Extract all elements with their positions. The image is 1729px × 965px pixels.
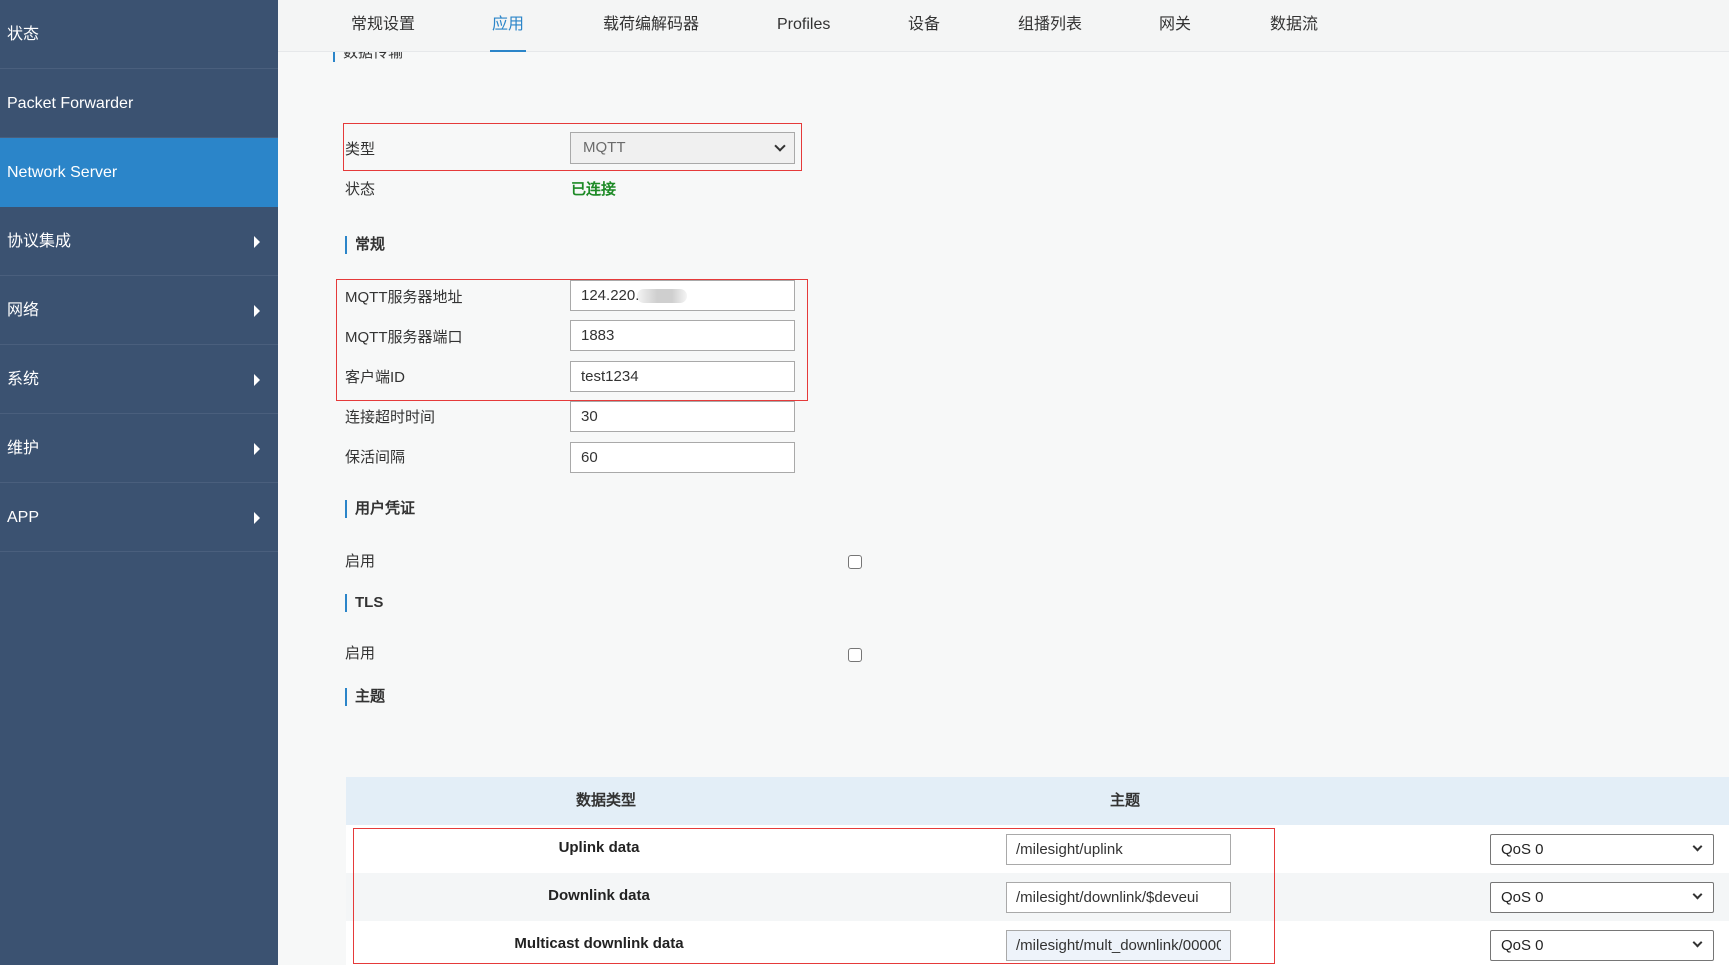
timeout-label: 连接超时时间 [345,409,436,426]
topic-table-header: 数据类型 主题 [346,777,1729,825]
chevron-down-icon [1692,889,1703,900]
downlink-topic-input[interactable] [1006,882,1231,913]
tab-multicast-list[interactable]: 组播列表 [1018,0,1082,52]
sidebar-item-app[interactable]: APP [0,483,278,552]
uplink-topic-input[interactable] [1006,834,1231,865]
type-select[interactable]: MQTT [570,132,795,164]
status-label: 状态 [345,181,376,198]
qos-value: QoS 0 [1501,841,1544,858]
section-title-topics: 主题 [345,688,385,706]
sidebar-item-label: 状态 [7,26,40,43]
caret-right-icon [254,443,260,455]
credentials-enable-checkbox[interactable] [848,555,862,569]
type-select-value: MQTT [583,139,626,156]
tab-payload-codec[interactable]: 载荷编解码器 [603,0,699,52]
chevron-down-icon [1692,841,1703,852]
sidebar-item-label: 系统 [7,371,40,388]
tab-devices[interactable]: 设备 [908,0,940,52]
redacted-blur [637,289,688,304]
tls-enable-label: 启用 [345,645,376,662]
sidebar-item-label: APP [7,509,40,526]
tab-gateways[interactable]: 网关 [1159,0,1191,52]
multicast-qos-select[interactable]: QoS 0 [1490,930,1714,961]
sidebar-item-system[interactable]: 系统 [0,345,278,414]
section-title-general: 常规 [345,236,385,254]
sidebar-item-maintenance[interactable]: 维护 [0,414,278,483]
sidebar-item-label: 维护 [7,440,40,457]
caret-right-icon [254,512,260,524]
caret-right-icon [254,236,260,248]
section-title-data-transfer: 数据传输 [333,52,403,62]
sidebar-item-packet-forwarder[interactable]: Packet Forwarder [0,69,278,138]
tab-profiles[interactable]: Profiles [777,0,830,52]
tab-general-settings[interactable]: 常规设置 [351,0,415,52]
client-id-label: 客户端ID [345,369,406,386]
timeout-input[interactable] [570,401,795,432]
keepalive-label: 保活间隔 [345,449,406,466]
sidebar-item-label: 协议集成 [7,233,72,250]
sidebar-item-label: Network Server [7,164,118,181]
uplink-qos-select[interactable]: QoS 0 [1490,834,1714,865]
main-content: 数据传输 类型 MQTT 状态 已连接 常规 MQTT服务器地址 124.220… [278,52,1729,965]
tab-data-stream[interactable]: 数据流 [1270,0,1318,52]
server-port-label: MQTT服务器端口 [345,329,463,346]
table-row: Uplink data QoS 0 [346,825,1729,873]
downlink-qos-select[interactable]: QoS 0 [1490,882,1714,913]
sidebar-item-label: 网络 [7,302,40,319]
row-data-type: Downlink data [548,887,650,904]
row-data-type: Multicast downlink data [514,935,684,952]
caret-right-icon [254,374,260,386]
section-title-tls: TLS [345,594,383,612]
table-row: Downlink data QoS 0 [346,873,1729,921]
status-value: 已连接 [571,181,617,198]
tab-bar: 常规设置 应用 载荷编解码器 Profiles 设备 组播列表 网关 数据流 [278,0,1729,52]
topic-table: 数据类型 主题 Uplink data QoS 0 Downlink data … [346,777,1729,965]
server-address-label: MQTT服务器地址 [345,289,463,306]
sidebar-item-protocol-integration[interactable]: 协议集成 [0,207,278,276]
tab-applications[interactable]: 应用 [489,0,527,52]
client-id-input[interactable] [570,361,795,392]
keepalive-input[interactable] [570,442,795,473]
column-header-topic: 主题 [1110,792,1141,809]
credentials-enable-label: 启用 [345,553,376,570]
tls-enable-checkbox[interactable] [848,648,862,662]
sidebar-item-network[interactable]: 网络 [0,276,278,345]
type-label: 类型 [345,141,376,158]
multicast-topic-input[interactable] [1006,930,1231,961]
table-row: Multicast downlink data QoS 0 [346,921,1729,965]
column-header-data-type: 数据类型 [576,792,637,809]
sidebar: 状态 Packet Forwarder Network Server 协议集成 … [0,0,278,965]
caret-right-icon [254,305,260,317]
sidebar-item-label: Packet Forwarder [7,95,134,112]
chevron-down-icon [774,140,786,152]
server-address-value: 124.220. [581,287,640,304]
qos-value: QoS 0 [1501,889,1544,906]
chevron-down-icon [1692,937,1703,948]
section-title-credentials: 用户凭证 [345,500,415,518]
qos-value: QoS 0 [1501,937,1544,954]
sidebar-item-status[interactable]: 状态 [0,0,278,69]
server-port-input[interactable] [570,320,795,351]
server-address-input[interactable]: 124.220. [570,280,795,311]
sidebar-item-network-server[interactable]: Network Server [0,138,278,207]
row-data-type: Uplink data [558,839,640,856]
